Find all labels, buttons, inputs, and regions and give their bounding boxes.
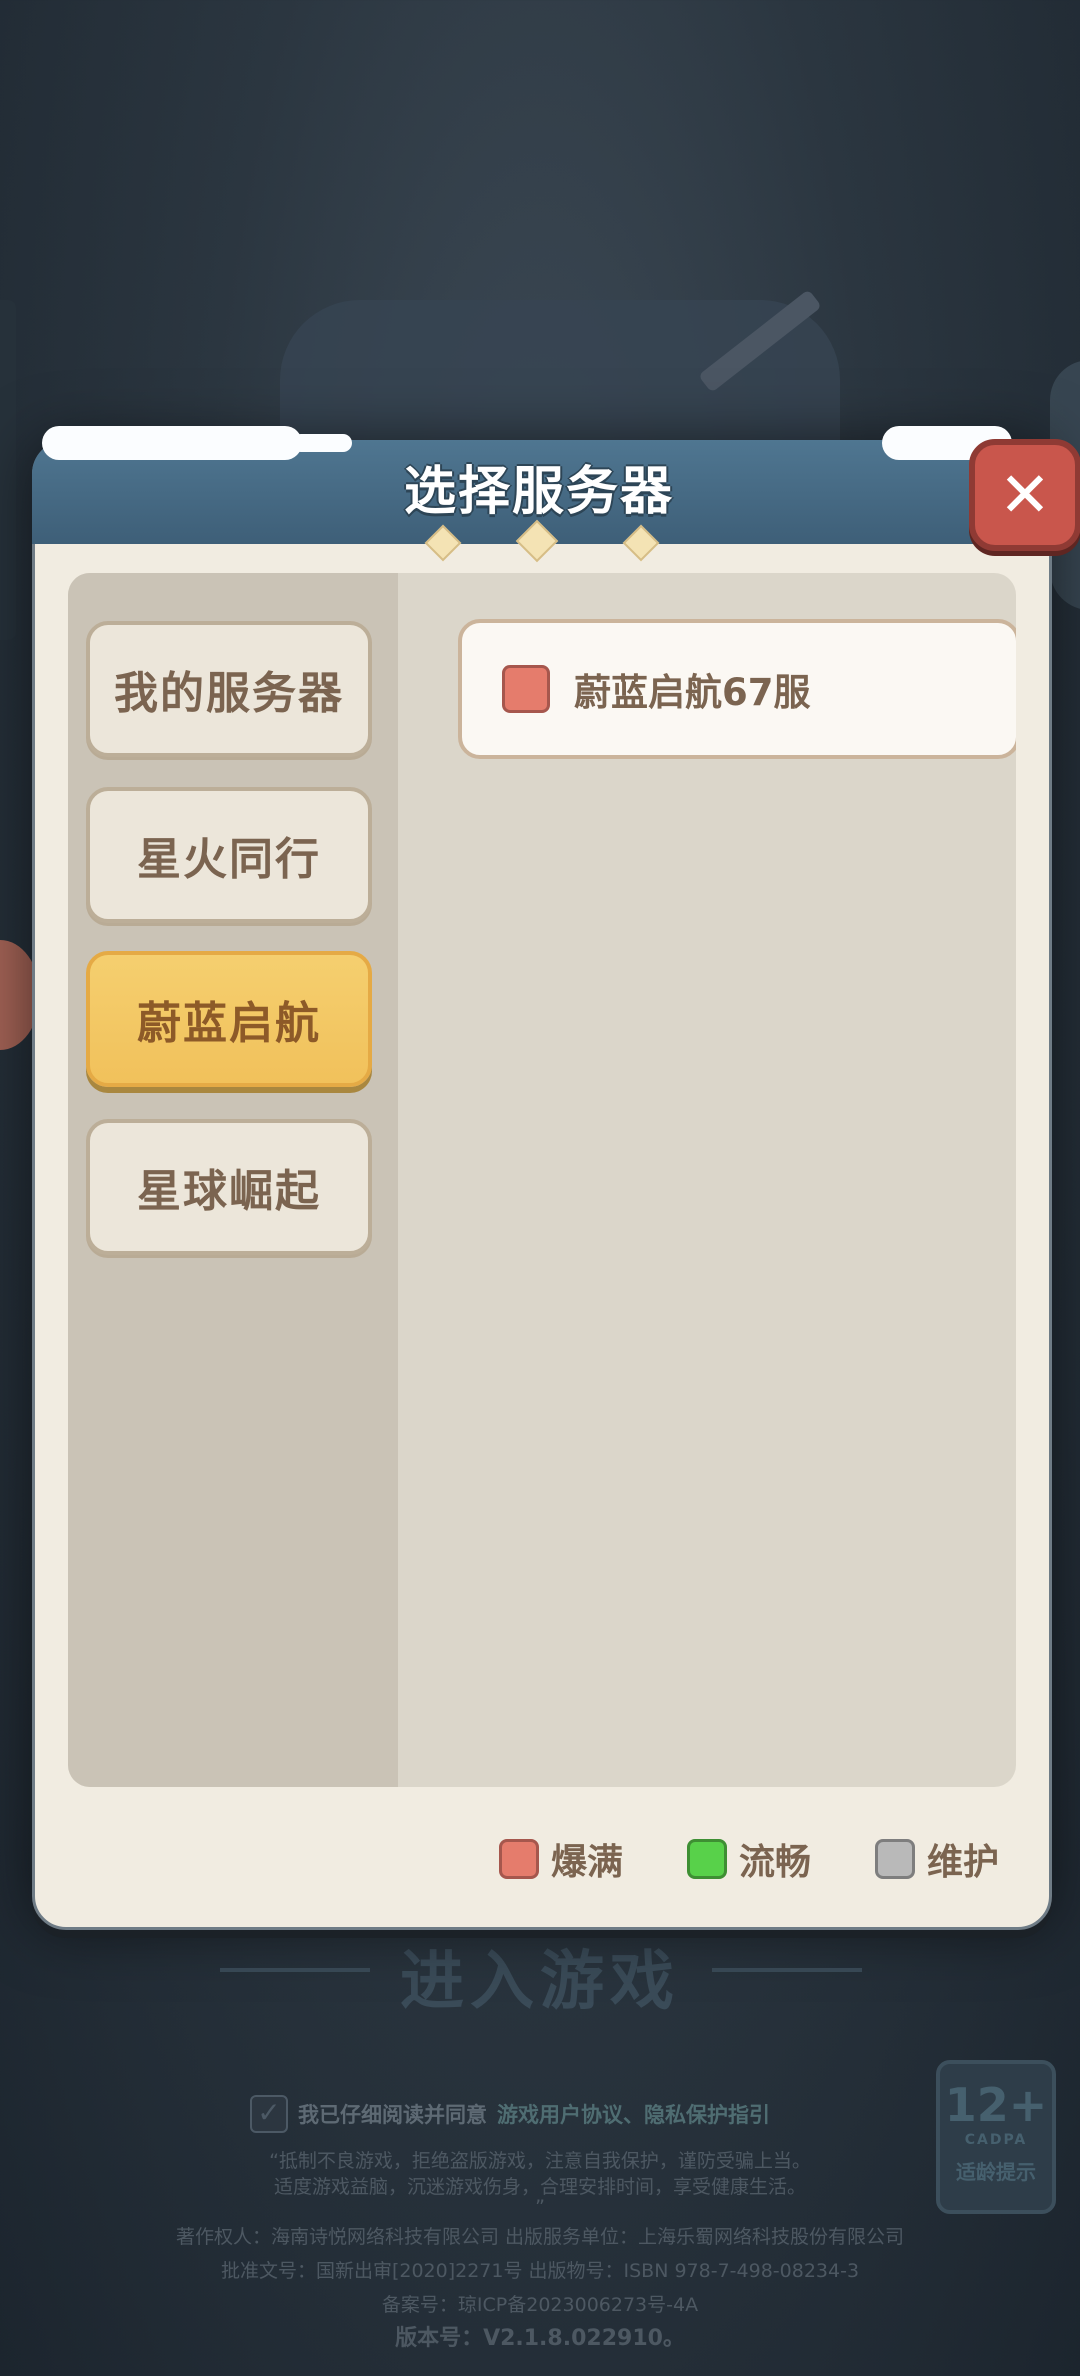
tab-xinghuo-tongxing[interactable]: 星火同行 <box>86 787 372 923</box>
status-full-swatch-icon <box>499 1839 539 1879</box>
close-button[interactable]: ✕ <box>969 439 1080 551</box>
version-text: 版本号：V2.1.8.022910。 <box>395 2326 685 2351</box>
age-rating-badge: 12+ CADPA 适龄提示 <box>936 2060 1056 2214</box>
legend-full: 爆满 <box>499 1833 623 1885</box>
agree-text: 我已仔细阅读并同意 <box>298 2103 487 2127</box>
enter-right-line <box>712 1968 862 1972</box>
icp-text: 备案号：琼ICP备2023006273号-4A <box>381 2294 699 2316</box>
server-group-sidebar: 我的服务器 星火同行 蔚蓝启航 星球崛起 <box>68 573 398 1787</box>
server-panel: 我的服务器 星火同行 蔚蓝启航 星球崛起 蔚蓝启航67服 <box>68 573 1016 1787</box>
close-icon: ✕ <box>999 458 1051 531</box>
legend-maintenance-label: 维护 <box>927 1842 1000 1883</box>
approval-text: 批准文号：国新出审[2020]2271号 出版物号：ISBN 978-7-498… <box>220 2260 860 2282</box>
notice-line-2: 适度游戏益脑，沉迷游戏伤身，合理安排时间，享受健康生活。 <box>273 2176 806 2198</box>
status-smooth-swatch-icon <box>687 1839 727 1879</box>
age-rating: 12+ <box>944 2078 1048 2132</box>
legend-smooth-label: 流畅 <box>739 1842 812 1883</box>
copyright-text: 著作权人：海南诗悦网络科技有限公司 出版服务单位：上海乐蜀网络科技股份有限公司 <box>175 2226 905 2248</box>
legend-smooth: 流畅 <box>687 1833 811 1885</box>
server-name: 蔚蓝启航67服 <box>574 671 811 714</box>
age-org: CADPA <box>964 2132 1028 2148</box>
legend-maintenance: 维护 <box>875 1833 999 1885</box>
agreement-row: ✓ 我已仔细阅读并同意 游戏用户协议、隐私保护指引 <box>250 2095 770 2133</box>
tab-weilan-qihang[interactable]: 蔚蓝启航 <box>86 951 372 1087</box>
server-select-dialog: 选择服务器 ✕ 我的服务器 星火同行 蔚蓝启航 星球崛起 蔚蓝启航67服 爆满 … <box>32 426 1080 1930</box>
status-full-icon <box>502 665 550 713</box>
enter-game-button[interactable]: 进入游戏 <box>0 1930 1080 2022</box>
agreement-links[interactable]: 游戏用户协议、隐私保护指引 <box>497 2099 770 2129</box>
side-drawer-handle[interactable] <box>0 300 16 640</box>
status-maintenance-swatch-icon <box>875 1839 915 1879</box>
agree-checkbox[interactable]: ✓ <box>250 2095 288 2133</box>
tab-my-servers[interactable]: 我的服务器 <box>86 621 372 757</box>
notice-line-3: ” <box>535 2196 545 2218</box>
age-hint: 适龄提示 <box>956 2160 1036 2184</box>
tab-xingqiu-jueqi[interactable]: 星球崛起 <box>86 1119 372 1255</box>
legend-full-label: 爆满 <box>551 1842 624 1883</box>
dialog-header: 选择服务器 <box>32 426 1052 563</box>
notice-line-1: “抵制不良游戏，拒绝盗版游戏，注意自我保护，谨防受骗上当。 <box>269 2150 811 2172</box>
server-item[interactable]: 蔚蓝启航67服 <box>458 619 1016 759</box>
